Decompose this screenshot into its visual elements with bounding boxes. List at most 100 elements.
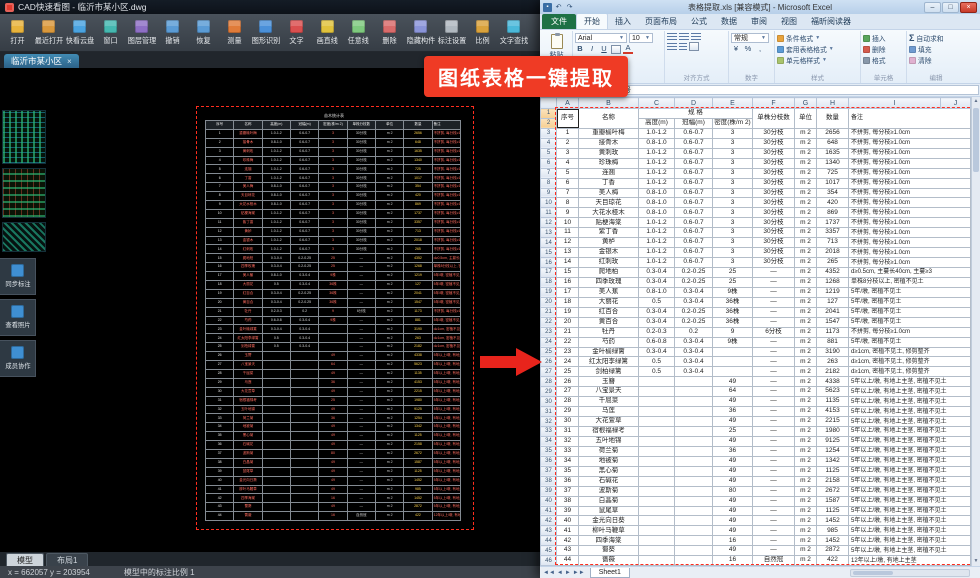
cell[interactable]: 49 bbox=[713, 546, 753, 556]
cell[interactable]: 1340 bbox=[817, 158, 849, 168]
cell[interactable]: 38 bbox=[557, 496, 579, 506]
cell[interactable]: — bbox=[753, 417, 795, 427]
row-header[interactable]: 46 bbox=[541, 556, 557, 566]
row-header[interactable]: 14 bbox=[541, 238, 557, 248]
cell[interactable]: 0.6-0.7 bbox=[675, 248, 713, 258]
header-cell-name[interactable]: 名称 bbox=[579, 109, 639, 129]
cell[interactable]: 1547 bbox=[817, 317, 849, 327]
cell[interactable]: — bbox=[753, 317, 795, 327]
cell[interactable]: 1.0-1.2 bbox=[639, 238, 675, 248]
cell[interactable]: 39 bbox=[557, 506, 579, 516]
cell[interactable]: 1.0-1.2 bbox=[639, 148, 675, 158]
cell[interactable] bbox=[675, 556, 713, 566]
minimize-button[interactable]: – bbox=[924, 2, 941, 13]
cell[interactable]: 0.6-0.7 bbox=[675, 178, 713, 188]
excel-row[interactable]: 3533荷兰菊36—m 212545年以上/墩, 有地上主茎, 密植不见土 bbox=[541, 446, 971, 456]
collaborate-button[interactable]: 成员协作 bbox=[0, 340, 36, 377]
cell[interactable]: 1135 bbox=[817, 397, 849, 407]
cell[interactable]: 5 bbox=[557, 168, 579, 178]
cell[interactable] bbox=[675, 446, 713, 456]
cell[interactable]: 0.8-1.0 bbox=[639, 208, 675, 218]
excel-row[interactable]: 53黄刺玫1.0-1.20.6-0.7330分枝m 21635不拼剪, 每分枝≥… bbox=[541, 148, 971, 158]
cell[interactable]: m 2 bbox=[795, 347, 817, 357]
cell[interactable]: 1635 bbox=[817, 148, 849, 158]
cell[interactable]: 0.8-1.0 bbox=[639, 138, 675, 148]
cell[interactable]: 0.3-0.4 bbox=[639, 268, 675, 278]
cell[interactable]: 127 bbox=[817, 297, 849, 307]
cell[interactable]: 33 bbox=[557, 446, 579, 456]
cell[interactable]: m 2 bbox=[795, 516, 817, 526]
row-header[interactable]: 29 bbox=[541, 387, 557, 397]
cell[interactable]: 5年以上/墩, 有地上主茎, 密植不见土 bbox=[849, 377, 971, 387]
align-left-icon[interactable] bbox=[667, 43, 677, 51]
excel-row[interactable]: 1513金银木1.0-1.20.6-0.7330分枝m 22018不拼剪, 每分… bbox=[541, 248, 971, 258]
excel-row[interactable]: 31重瓣榆叶梅1.0-1.20.6-0.7330分枝m 22656不拼剪, 每分… bbox=[541, 128, 971, 138]
cell[interactable]: 80 bbox=[713, 486, 753, 496]
cell[interactable]: — bbox=[753, 277, 795, 287]
excel-row[interactable]: 2725剑柏绿篱0.50.3-0.4—m 22182d≥1cm, 密植不见土, … bbox=[541, 367, 971, 377]
header-cell-no[interactable]: 序号 bbox=[557, 109, 579, 129]
row-header[interactable]: 30 bbox=[541, 397, 557, 407]
excel-row[interactable]: 119大花水桠木0.8-1.00.6-0.7330分枝m 2869不拼剪, 每分… bbox=[541, 208, 971, 218]
cell[interactable]: 40 bbox=[557, 516, 579, 526]
number-format-select[interactable]: 常规▼ bbox=[731, 33, 769, 43]
cell[interactable]: 天目琼花 bbox=[579, 198, 639, 208]
cell[interactable]: 接骨木 bbox=[579, 138, 639, 148]
excel-row[interactable]: 2927八宝景天64—m 256235年以上/墩, 有地上主茎, 密植不见土 bbox=[541, 387, 971, 397]
excel-row[interactable]: 1816四季玫瑰0.3-0.40.2-0.2525—m 21268单株8分枝以上… bbox=[541, 277, 971, 287]
cell[interactable]: 5年/墩, 密植不见土 bbox=[849, 287, 971, 297]
cell[interactable]: — bbox=[753, 307, 795, 317]
row-header[interactable]: 38 bbox=[541, 476, 557, 486]
cell[interactable]: 869 bbox=[817, 208, 849, 218]
cell[interactable]: 爬地柏 bbox=[579, 268, 639, 278]
font-name-select[interactable]: Arial▼ bbox=[575, 33, 627, 43]
row-header[interactable]: 20 bbox=[541, 297, 557, 307]
cell[interactable]: 12年以上/墩, 有地上主茎 bbox=[849, 556, 971, 566]
cell[interactable]: 9 bbox=[713, 327, 753, 337]
cell[interactable]: — bbox=[753, 427, 795, 437]
cell[interactable]: 大花萱草 bbox=[579, 417, 639, 427]
cell[interactable] bbox=[639, 427, 675, 437]
cell[interactable]: 1268 bbox=[817, 277, 849, 287]
column-header-B[interactable]: B bbox=[579, 98, 639, 109]
cell[interactable]: m 2 bbox=[795, 148, 817, 158]
cell[interactable]: m 2 bbox=[795, 198, 817, 208]
excel-row[interactable]: 4644蔷薇16自然冠m 242212年以上/墩, 有地上主茎 bbox=[541, 556, 971, 566]
cell[interactable]: 0.3-0.4 bbox=[675, 367, 713, 377]
cell[interactable]: 36株 bbox=[713, 307, 753, 317]
cell[interactable]: 20 bbox=[557, 317, 579, 327]
cell[interactable]: 1.0-1.2 bbox=[639, 178, 675, 188]
cell[interactable]: 8 bbox=[557, 198, 579, 208]
column-header-E[interactable]: E bbox=[713, 98, 753, 109]
cell[interactable]: — bbox=[753, 476, 795, 486]
cell[interactable]: 6分枝 bbox=[753, 327, 795, 337]
excel-row[interactable]: 3937波斯菊80—m 226725年以上/墩, 有地上主茎, 密植不见土 bbox=[541, 486, 971, 496]
sync-annotation-button[interactable]: 同步标注 bbox=[0, 258, 36, 295]
cell[interactable]: 0.3-0.4 bbox=[639, 277, 675, 287]
cell[interactable]: 3 bbox=[557, 148, 579, 158]
cell[interactable]: 0.6-0.7 bbox=[675, 158, 713, 168]
cell[interactable]: 玉簪 bbox=[579, 377, 639, 387]
cell[interactable]: 3 bbox=[713, 258, 753, 268]
next-sheet-icon[interactable]: ► bbox=[565, 570, 571, 576]
cell[interactable]: m 2 bbox=[795, 258, 817, 268]
cell[interactable]: 5年以上/墩, 有地上主茎, 密植不见土 bbox=[849, 397, 971, 407]
undo-button[interactable]: 撤销 bbox=[157, 16, 188, 50]
cell[interactable]: 420 bbox=[817, 198, 849, 208]
cell[interactable]: 25 bbox=[713, 277, 753, 287]
cell[interactable]: 芍药 bbox=[579, 337, 639, 347]
row-header[interactable]: 17 bbox=[541, 268, 557, 278]
percent-button[interactable]: % bbox=[743, 44, 753, 54]
cell[interactable]: 红太阳李绿篱 bbox=[579, 357, 639, 367]
excel-row[interactable]: 1311紫丁香1.0-1.20.6-0.7330分枝m 23357不拼剪, 每分… bbox=[541, 228, 971, 238]
cell[interactable]: 1125 bbox=[817, 466, 849, 476]
cell[interactable]: 3 bbox=[713, 248, 753, 258]
cell[interactable] bbox=[639, 456, 675, 466]
cell[interactable]: 红刺玫 bbox=[579, 258, 639, 268]
excel-row[interactable]: 3230大花萱草49—m 222155年以上/墩, 有地上主茎, 密植不见土 bbox=[541, 417, 971, 427]
cell[interactable]: 36株 bbox=[713, 297, 753, 307]
insert-cells-button[interactable]: 插入 bbox=[863, 33, 904, 43]
cell[interactable]: 红百合 bbox=[579, 307, 639, 317]
worksheet-area[interactable]: ABCDEFGHIJ 1 序号 名称 规 格 单株分枝数 单位 数量 备注 2 … bbox=[540, 97, 980, 566]
cell[interactable]: 1587 bbox=[817, 496, 849, 506]
